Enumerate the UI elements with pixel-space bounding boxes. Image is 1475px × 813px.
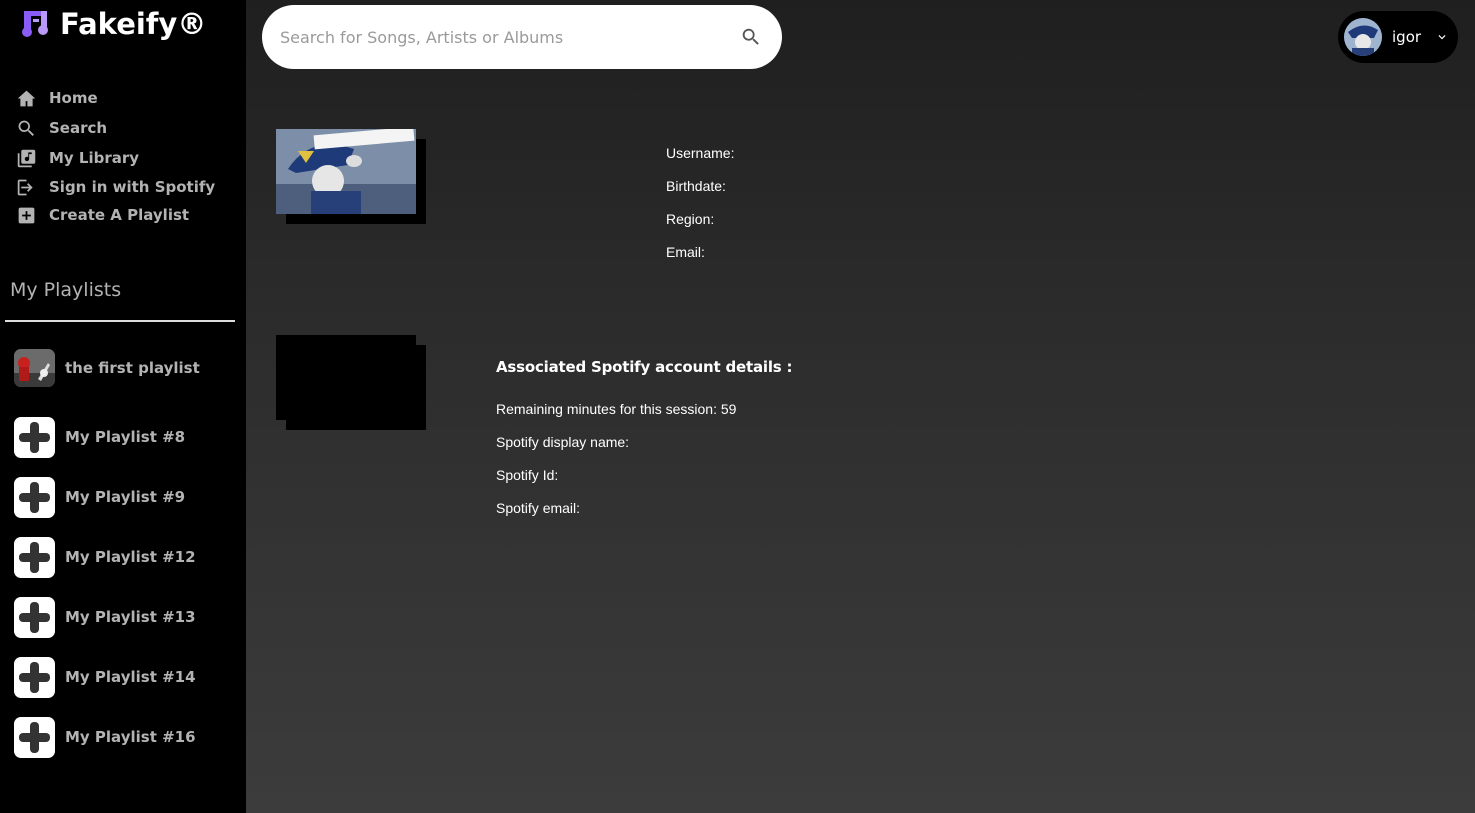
nav-library[interactable]: My Library: [16, 143, 215, 173]
playlist-item[interactable]: My Playlist #14: [14, 647, 200, 707]
nav-home-label: Home: [49, 89, 98, 107]
playlist-name: My Playlist #12: [65, 548, 196, 566]
playlist-name: My Playlist #14: [65, 668, 196, 686]
music-note-icon: [22, 11, 48, 37]
main-nav: Home Search My Library Sign in with Spot…: [16, 83, 215, 229]
nav-home[interactable]: Home: [16, 83, 215, 113]
home-icon: [17, 90, 36, 106]
username-label: Username:: [666, 145, 735, 161]
add-box-icon: [18, 207, 35, 223]
search-input[interactable]: [280, 27, 740, 47]
playlist-name: My Playlist #9: [65, 488, 186, 506]
remaining-minutes: Remaining minutes for this session: 59: [496, 401, 737, 417]
playlist-item[interactable]: My Playlist #16: [14, 707, 200, 767]
playlist-item[interactable]: My Playlist #12: [14, 527, 200, 587]
search-bar[interactable]: [262, 5, 782, 69]
playlists-divider: [5, 320, 235, 322]
email-label: Email:: [666, 244, 705, 260]
nav-library-label: My Library: [49, 149, 140, 167]
library-icon: [17, 149, 36, 167]
plus-icon: [14, 536, 55, 578]
search-icon[interactable]: [740, 26, 762, 48]
sign-in-icon: [17, 179, 33, 195]
plus-icon: [14, 656, 55, 698]
playlist-list: the first playlist My Playlist #8 My Pla…: [14, 347, 200, 767]
user-menu-button[interactable]: igor: [1338, 11, 1458, 63]
nav-create-playlist[interactable]: Create A Playlist: [16, 201, 215, 229]
playlist-name: My Playlist #8: [65, 428, 186, 446]
avatar: [1344, 18, 1382, 56]
app-name: Fakeify®: [60, 7, 207, 41]
region-label: Region:: [666, 211, 715, 227]
plus-icon: [14, 416, 55, 458]
chevron-down-icon: [1438, 35, 1446, 40]
spotify-display-name-label: Spotify display name:: [496, 434, 630, 450]
app-logo[interactable]: Fakeify®: [20, 6, 206, 42]
playlist-cover-image: [14, 349, 55, 387]
plus-icon: [14, 596, 55, 638]
spotify-id-label: Spotify Id:: [496, 467, 559, 483]
plus-icon: [14, 476, 55, 518]
plus-icon: [14, 716, 55, 758]
playlist-item[interactable]: My Playlist #9: [14, 467, 200, 527]
nav-create-playlist-label: Create A Playlist: [49, 206, 190, 224]
profile-image: [276, 129, 416, 214]
nav-sign-in-label: Sign in with Spotify: [49, 178, 216, 196]
playlists-heading: My Playlists: [10, 279, 122, 301]
profile-details: Username: Birthdate: Region: Email:: [666, 145, 734, 277]
sidebar: Fakeify® Home Search My Library Sign in …: [0, 0, 246, 813]
spotify-email-label: Spotify email:: [496, 500, 581, 516]
user-name: igor: [1392, 28, 1422, 46]
nav-sign-in-spotify[interactable]: Sign in with Spotify: [16, 173, 215, 201]
playlist-item[interactable]: the first playlist: [14, 347, 200, 389]
birthdate-label: Birthdate:: [666, 178, 726, 194]
playlist-name: My Playlist #16: [65, 728, 196, 746]
playlist-name: the first playlist: [65, 359, 200, 377]
nav-search[interactable]: Search: [16, 113, 215, 143]
playlist-name: My Playlist #13: [65, 608, 196, 626]
spotify-account-details: Associated Spotify account details : Rem…: [496, 358, 793, 533]
search-icon: [18, 120, 34, 136]
playlist-item[interactable]: My Playlist #13: [14, 587, 200, 647]
playlist-item[interactable]: My Playlist #8: [14, 407, 200, 467]
spotify-details-heading: Associated Spotify account details :: [496, 358, 793, 376]
spotify-account-image: [276, 335, 416, 420]
nav-search-label: Search: [49, 119, 108, 137]
main-content: igor Username: Birthdate: Region: Email:: [246, 0, 1475, 813]
